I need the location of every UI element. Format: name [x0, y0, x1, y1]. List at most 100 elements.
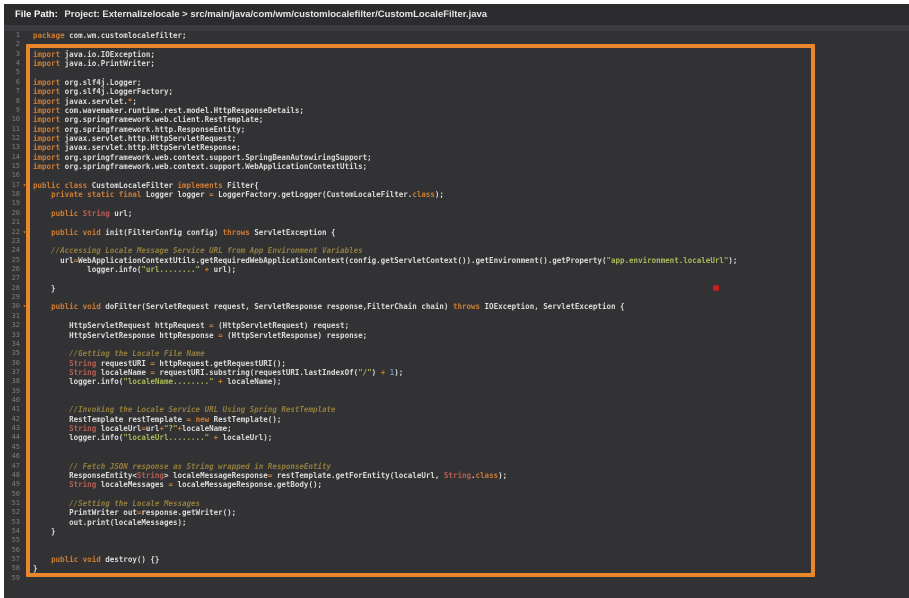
- code-line[interactable]: 51 //Setting the Locale Messages: [4, 499, 909, 508]
- code-line[interactable]: 22▾ public void init(FilterConfig config…: [4, 228, 909, 237]
- code-line[interactable]: 38 logger.info("localeName........" + lo…: [4, 377, 909, 386]
- code-text: import org.springframework.web.context.s…: [29, 153, 372, 162]
- code-line[interactable]: 40: [4, 396, 909, 405]
- file-path-label: File Path:: [15, 9, 58, 20]
- code-line[interactable]: 23: [4, 237, 909, 246]
- code-line[interactable]: 59: [4, 574, 909, 583]
- code-line[interactable]: 15import org.springframework.web.context…: [4, 162, 909, 171]
- code-line[interactable]: 46: [4, 452, 909, 461]
- code-line[interactable]: 20 public String url;: [4, 209, 909, 218]
- line-number: 48: [4, 471, 20, 480]
- code-text: logger.info("localeUrl........" + locale…: [29, 433, 272, 442]
- code-line[interactable]: 21: [4, 218, 909, 227]
- line-number: 25: [4, 256, 20, 265]
- line-number: 53: [4, 518, 20, 527]
- code-line[interactable]: 13import javax.servlet.http.HttpServletR…: [4, 143, 909, 152]
- code-line[interactable]: 31: [4, 312, 909, 321]
- line-number: 33: [4, 331, 20, 340]
- code-editor[interactable]: 1package com.wm.customlocalefilter;23imp…: [4, 31, 909, 598]
- code-line[interactable]: 58}: [4, 564, 909, 573]
- code-line[interactable]: 42 RestTemplate restTemplate = new RestT…: [4, 415, 909, 424]
- code-line[interactable]: 8import javax.servlet.*;: [4, 97, 909, 106]
- code-line[interactable]: 5: [4, 68, 909, 77]
- code-line[interactable]: 3import java.io.IOException;: [4, 50, 909, 59]
- code-line[interactable]: 30▾ public void doFilter(ServletRequest …: [4, 302, 909, 311]
- line-number: 45: [4, 443, 20, 452]
- line-number: 22: [4, 228, 20, 237]
- code-line[interactable]: 48 ResponseEntity<String> localeMessageR…: [4, 471, 909, 480]
- line-number: 26: [4, 265, 20, 274]
- code-line[interactable]: 27: [4, 274, 909, 283]
- code-line[interactable]: 24 //Accessing Locale Message Service UR…: [4, 246, 909, 255]
- line-number: 36: [4, 359, 20, 368]
- code-line[interactable]: 57 public void destroy() {}: [4, 555, 909, 564]
- code-line[interactable]: 52 PrintWriter out=response.getWriter();: [4, 508, 909, 517]
- code-line[interactable]: 17▾public class CustomLocaleFilter imple…: [4, 181, 909, 190]
- code-line[interactable]: 9import com.wavemaker.runtime.rest.model…: [4, 106, 909, 115]
- code-line[interactable]: 11import org.springframework.http.Respon…: [4, 125, 909, 134]
- code-text: private static final Logger logger = Log…: [29, 190, 444, 199]
- code-line[interactable]: 50: [4, 490, 909, 499]
- line-number: 34: [4, 340, 20, 349]
- code-line[interactable]: 1package com.wm.customlocalefilter;: [4, 31, 909, 40]
- line-number: 46: [4, 452, 20, 461]
- code-text: }: [29, 564, 38, 573]
- code-line[interactable]: 2: [4, 40, 909, 49]
- line-number: 55: [4, 536, 20, 545]
- code-line[interactable]: 7import org.slf4j.LoggerFactory;: [4, 87, 909, 96]
- code-line[interactable]: 39: [4, 387, 909, 396]
- code-line[interactable]: 26 logger.info("url........" + url);: [4, 265, 909, 274]
- code-line[interactable]: 56: [4, 546, 909, 555]
- fold-arrow-icon[interactable]: ▾: [20, 302, 29, 311]
- code-line[interactable]: 47 // Fetch JSON response as String wrap…: [4, 462, 909, 471]
- code-line[interactable]: 53 out.print(localeMessages);: [4, 518, 909, 527]
- code-line[interactable]: 45: [4, 443, 909, 452]
- code-line[interactable]: 16: [4, 171, 909, 180]
- code-line[interactable]: 29: [4, 293, 909, 302]
- code-text: HttpServletResponse httpResponse = (Http…: [29, 331, 367, 340]
- code-line[interactable]: 54 }: [4, 527, 909, 536]
- line-number: 30: [4, 302, 20, 311]
- code-text: import org.slf4j.Logger;: [29, 78, 141, 87]
- code-line[interactable]: 43 String localeUrl=url+"?"+localeName;: [4, 424, 909, 433]
- line-number: 35: [4, 349, 20, 358]
- line-number: 52: [4, 508, 20, 517]
- code-line[interactable]: 14import org.springframework.web.context…: [4, 153, 909, 162]
- line-number: 27: [4, 274, 20, 283]
- line-number: 29: [4, 293, 20, 302]
- code-text: out.print(localeMessages);: [29, 518, 187, 527]
- code-line[interactable]: 41 //Invoking the Locale Service URL Usi…: [4, 405, 909, 414]
- code-line[interactable]: 25 url=WebApplicationContextUtils.getReq…: [4, 256, 909, 265]
- code-line[interactable]: 37 String localeName = requestURI.substr…: [4, 368, 909, 377]
- code-line[interactable]: 55: [4, 536, 909, 545]
- code-line[interactable]: 49 String localeMessages = localeMessage…: [4, 480, 909, 489]
- code-line[interactable]: 4import java.io.PrintWriter;: [4, 59, 909, 68]
- line-number: 43: [4, 424, 20, 433]
- code-text: import com.wavemaker.runtime.rest.model.…: [29, 106, 304, 115]
- line-number: 32: [4, 321, 20, 330]
- line-number: 49: [4, 480, 20, 489]
- code-line[interactable]: 32 HttpServletRequest httpRequest = (Htt…: [4, 321, 909, 330]
- file-path-bar: File Path: Project: Externalizelocale > …: [4, 4, 909, 25]
- code-text: public void init(FilterConfig config) th…: [29, 228, 336, 237]
- code-line[interactable]: 44 logger.info("localeUrl........" + loc…: [4, 433, 909, 442]
- fold-arrow-icon[interactable]: ▾: [20, 181, 29, 190]
- code-line[interactable]: 10import org.springframework.web.client.…: [4, 115, 909, 124]
- code-line[interactable]: 36 String requestURI = httpRequest.getRe…: [4, 359, 909, 368]
- code-line[interactable]: 19: [4, 199, 909, 208]
- code-line[interactable]: 12import javax.servlet.http.HttpServletR…: [4, 134, 909, 143]
- fold-arrow-icon[interactable]: ▾: [20, 228, 29, 237]
- code-line[interactable]: 28 }: [4, 284, 909, 293]
- code-text: // Fetch JSON response as String wrapped…: [29, 462, 331, 471]
- line-number: 28: [4, 284, 20, 293]
- code-line[interactable]: 6import org.slf4j.Logger;: [4, 78, 909, 87]
- code-line[interactable]: 35 //Getting the Locale File Name: [4, 349, 909, 358]
- code-text: String requestURI = httpRequest.getReque…: [29, 359, 286, 368]
- code-line[interactable]: 33 HttpServletResponse httpResponse = (H…: [4, 331, 909, 340]
- line-number: 56: [4, 546, 20, 555]
- line-number: 37: [4, 368, 20, 377]
- code-line[interactable]: 18 private static final Logger logger = …: [4, 190, 909, 199]
- code-text: }: [29, 284, 56, 293]
- code-line[interactable]: 34: [4, 340, 909, 349]
- line-number: 59: [4, 574, 20, 583]
